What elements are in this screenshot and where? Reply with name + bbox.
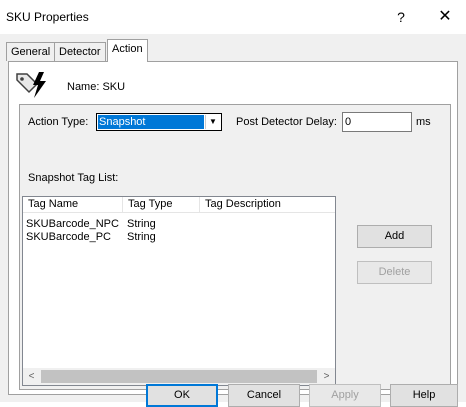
add-button[interactable]: Add <box>357 225 432 248</box>
post-detector-delay-input[interactable]: 0 <box>342 112 412 132</box>
ok-button[interactable]: OK <box>146 384 218 407</box>
scrollbar-thumb[interactable] <box>41 370 317 383</box>
action-type-label: Action Type: <box>28 116 89 128</box>
action-type-select[interactable]: Snapshot ▼ <box>96 113 222 131</box>
help-button[interactable]: Help <box>390 384 458 407</box>
column-header-tag-name[interactable]: Tag Name <box>23 197 123 213</box>
tab-action[interactable]: Action <box>107 39 148 62</box>
tag-row-1-name[interactable]: SKUBarcode_NPC <box>26 218 119 231</box>
tag-row-2-name[interactable]: SKUBarcode_PC <box>26 231 111 244</box>
column-header-tag-type[interactable]: Tag Type <box>123 197 200 213</box>
action-group: Action Type: Snapshot ▼ Post Detector De… <box>19 104 451 390</box>
column-header-tag-description[interactable]: Tag Description <box>200 197 335 213</box>
snapshot-tag-list[interactable]: Tag Name Tag Type Tag Description SKUBar… <box>22 196 336 386</box>
help-icon[interactable]: ? <box>386 4 416 30</box>
chevron-down-icon[interactable]: ▼ <box>205 115 220 129</box>
post-detector-delay-label: Post Detector Delay: <box>236 116 337 128</box>
close-icon[interactable]: ✕ <box>430 4 460 30</box>
action-type-value: Snapshot <box>98 115 204 129</box>
tab-panel-action: Name: SKU Action Type: Snapshot ▼ Post D… <box>8 61 458 395</box>
dialog-body: General Detector Action Name: SKU Action… <box>0 34 466 407</box>
tag-row-1-type: String <box>127 218 156 230</box>
sku-name-label: Name: SKU <box>67 81 126 93</box>
scroll-right-icon[interactable]: > <box>318 368 335 385</box>
delete-button[interactable]: Delete <box>357 261 432 284</box>
tab-general[interactable]: General <box>6 42 56 61</box>
tag-row-2-type: String <box>127 231 156 243</box>
apply-button[interactable]: Apply <box>309 384 381 407</box>
scroll-left-icon[interactable]: < <box>23 368 40 385</box>
horizontal-scrollbar[interactable]: < > <box>23 368 335 385</box>
cancel-button[interactable]: Cancel <box>228 384 300 407</box>
title-bar: SKU Properties ? ✕ <box>0 0 466 34</box>
delay-unit-label: ms <box>416 116 431 128</box>
window-title: SKU Properties <box>6 10 89 24</box>
snapshot-tag-list-label: Snapshot Tag List: <box>28 172 119 184</box>
tab-detector[interactable]: Detector <box>54 42 106 61</box>
sku-tag-lightning-icon <box>16 72 46 98</box>
